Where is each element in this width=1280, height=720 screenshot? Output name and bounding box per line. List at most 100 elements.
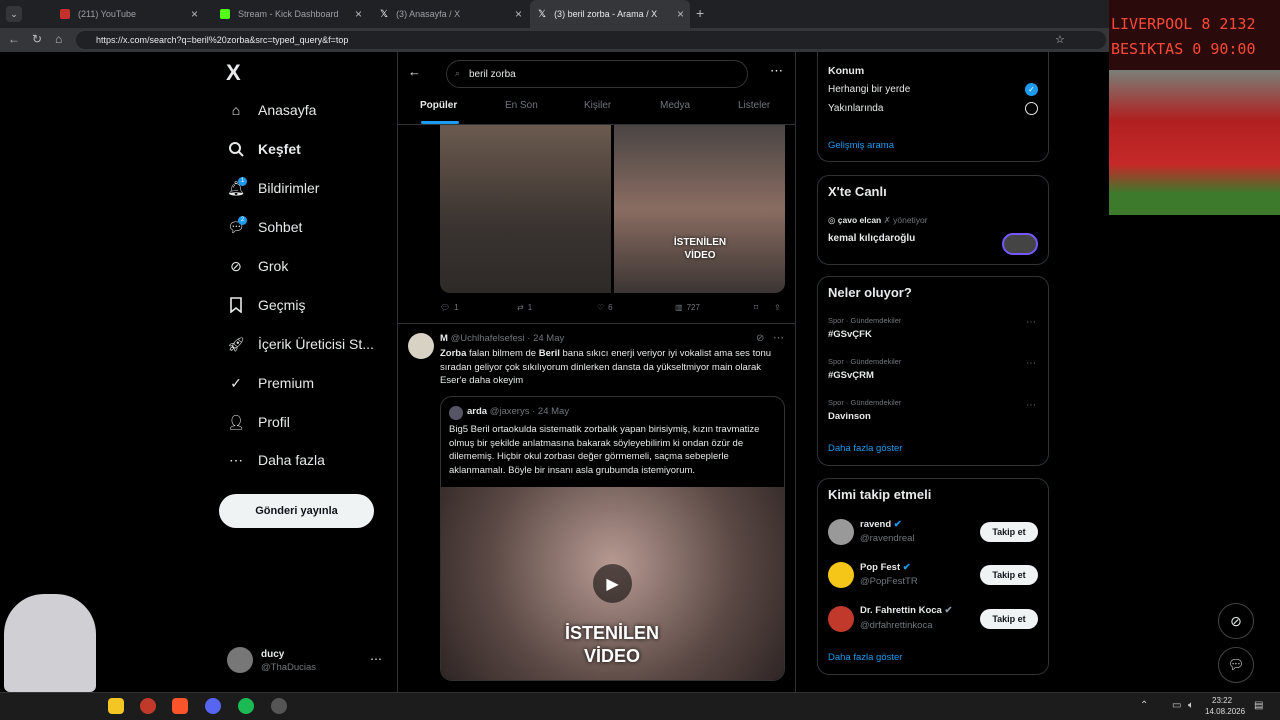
more-options-icon[interactable]: ⋯ <box>770 63 783 79</box>
new-tab-button[interactable]: + <box>696 5 704 21</box>
more-icon[interactable]: ⋯ <box>1026 400 1036 411</box>
tray-chevron-icon[interactable]: ⌃ <box>1140 700 1148 711</box>
back-button[interactable]: ← <box>8 32 20 46</box>
sidebar-item-bookmarks[interactable]: Geçmiş <box>228 297 305 313</box>
obs-icon[interactable] <box>271 698 287 714</box>
retweet-button[interactable]: ⇄ 1 <box>517 303 532 312</box>
follow-button[interactable]: Takip et <box>980 565 1038 585</box>
live-avatars[interactable] <box>1002 233 1038 255</box>
more-icon[interactable]: ⋯ <box>1026 358 1036 369</box>
more-icon[interactable]: ⋯ <box>370 652 382 666</box>
sidebar-item-premium[interactable]: ✓ Premium <box>228 375 314 392</box>
sidebar-item-chat[interactable]: 💬︎ 2 Sohbet <box>227 216 302 235</box>
notifications-icon[interactable]: ▤ <box>1254 700 1263 711</box>
file-explorer-icon[interactable] <box>108 698 124 714</box>
sidebar-item-home[interactable]: ⌂ Anasayfa <box>228 102 317 118</box>
tab-latest[interactable]: En Son <box>505 100 538 111</box>
close-icon[interactable]: × <box>677 7 684 21</box>
option-anywhere-label: Herhangi bir yerde <box>828 84 911 95</box>
grok-icon[interactable]: ⊘ <box>1218 603 1254 639</box>
sidebar-item-more[interactable]: ⋯ Daha fazla <box>228 452 325 469</box>
follow-button[interactable]: Takip et <box>980 522 1038 542</box>
user-name[interactable]: ravend ✔ <box>860 519 902 530</box>
post-button[interactable]: Gönderi yayınla <box>219 494 374 528</box>
back-arrow-icon[interactable]: ← <box>408 64 421 79</box>
user-name[interactable]: Pop Fest ✔ <box>860 562 911 573</box>
close-icon[interactable]: × <box>191 7 198 21</box>
sidebar-item-creator-studio[interactable]: 🚀︎ İçerik Üreticisi St... <box>227 336 374 353</box>
scoreboard-row2: BESIKTAS 0 90:00 <box>1111 40 1256 58</box>
search-input[interactable]: ⌕ beril zorba <box>446 60 748 88</box>
bookmark-button[interactable]: ⌑ <box>754 303 758 312</box>
user-handle: @ravendreal <box>860 533 915 544</box>
avatar[interactable] <box>828 519 854 545</box>
avatar[interactable] <box>227 647 253 673</box>
discord-icon[interactable] <box>205 698 221 714</box>
clock-time[interactable]: 23:22 <box>1212 696 1232 705</box>
like-button[interactable]: ♡ 6 <box>597 303 613 312</box>
reply-button[interactable]: 💬︎ 1 <box>440 303 459 312</box>
sidebar-item-profile[interactable]: 👤︎ Profil <box>227 414 290 431</box>
verified-badge-icon: ✔ <box>944 605 953 616</box>
messages-icon[interactable]: 💬︎ <box>1218 647 1254 683</box>
volume-icon[interactable]: 🔈︎ <box>1188 700 1194 711</box>
tab-media[interactable]: Medya <box>660 100 690 111</box>
radio-anywhere[interactable]: ✓ <box>1025 83 1038 96</box>
tab-lists[interactable]: Listeler <box>738 100 770 111</box>
tab-x-home[interactable]: 𝕏 (3) Anasayfa / X × <box>372 0 528 28</box>
tweet-media-video[interactable] <box>614 125 785 293</box>
network-icon[interactable]: ▭ <box>1172 700 1181 711</box>
tab-youtube[interactable]: (211) YouTube × <box>52 0 204 28</box>
avatar[interactable] <box>828 606 854 632</box>
radio-nearby[interactable] <box>1025 102 1038 115</box>
more-icon[interactable]: ⋯ <box>773 331 784 344</box>
tab-search-button[interactable]: ⌄ <box>6 6 22 22</box>
trend-name[interactable]: #GSvÇFK <box>828 329 872 340</box>
trend-name[interactable]: Davinson <box>828 411 871 422</box>
trend-name[interactable]: #GSvÇRM <box>828 370 874 381</box>
avatar[interactable] <box>408 333 434 359</box>
home-icon[interactable]: ⌂ <box>55 32 62 46</box>
grok-icon[interactable]: ⊘ <box>756 333 764 344</box>
tweet-date[interactable]: 24 May <box>533 333 564 344</box>
user-name[interactable]: Dr. Fahrettin Koca ✔ <box>860 605 952 616</box>
show-more-link[interactable]: Daha fazla göster <box>828 652 902 663</box>
tweet-author-name[interactable]: M <box>440 333 448 344</box>
verified-badge-icon: ✔ <box>893 519 902 530</box>
user-handle: @drfahrettinkoca <box>860 620 933 631</box>
avatar[interactable] <box>828 562 854 588</box>
views-icon: ▥ <box>675 303 683 312</box>
sidebar-item-notifications[interactable]: 🔔︎ 1 Bildirimler <box>227 177 319 196</box>
sidebar-item-explore[interactable]: Keşfet <box>228 141 301 157</box>
reload-button[interactable]: ↻ <box>32 32 42 46</box>
live-topic[interactable]: kemal kılıçdaroğlu <box>828 233 915 244</box>
more-icon[interactable]: ⋯ <box>1026 317 1036 328</box>
close-icon[interactable]: × <box>515 7 522 21</box>
share-button[interactable]: ⇪ <box>774 303 781 312</box>
app-icon[interactable] <box>140 698 156 714</box>
chat-icon: 💬︎ 2 <box>227 216 247 235</box>
tab-x-search[interactable]: 𝕏 (3) beril zorba - Arama / X × <box>530 0 690 28</box>
tab-popular[interactable]: Popüler <box>420 100 457 111</box>
tweet-media-image[interactable] <box>440 125 611 293</box>
tweet-author-handle[interactable]: @Uchlhafelsefesi <box>451 333 525 344</box>
show-more-link[interactable]: Daha fazla göster <box>828 443 902 454</box>
follow-button[interactable]: Takip et <box>980 609 1038 629</box>
quote-text: Big5 Beril ortaokulda sistematik zorbalı… <box>449 424 760 476</box>
bookmark-star-icon[interactable]: ☆ <box>1055 33 1065 46</box>
spotify-icon[interactable] <box>238 698 254 714</box>
views-button[interactable]: ▥ 727 <box>675 303 700 312</box>
play-icon[interactable]: ▶ <box>593 564 632 603</box>
tab-kick[interactable]: Stream - Kick Dashboard × <box>212 0 368 28</box>
grok-icon: ⊘ <box>230 257 242 274</box>
clock-date[interactable]: 14.08.2026 <box>1205 707 1245 716</box>
x-logo[interactable]: X <box>226 60 241 86</box>
advanced-search-link[interactable]: Gelişmiş arama <box>828 140 894 151</box>
sidebar-item-grok[interactable]: ⊘ Grok <box>228 257 288 275</box>
divider <box>397 323 796 324</box>
url-field[interactable]: https://x.com/search?q=beril%20zorba&src… <box>76 31 1106 49</box>
close-icon[interactable]: × <box>355 7 362 21</box>
heart-icon: ♡ <box>597 303 605 312</box>
tab-people[interactable]: Kişiler <box>584 100 611 111</box>
brave-icon[interactable] <box>172 698 188 714</box>
